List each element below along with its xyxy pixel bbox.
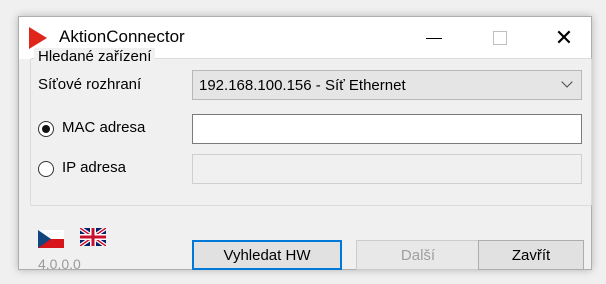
close-button[interactable]: Zavřít (478, 240, 584, 270)
group-title: Hledané zařízení (34, 48, 156, 65)
version-label: 4.0.0.0 (38, 256, 81, 272)
close-icon: ✕ (554, 25, 574, 50)
close-window-button[interactable]: ✕ (539, 17, 589, 59)
search-hw-button[interactable]: Vyhledat HW (192, 240, 342, 270)
czech-flag-icon[interactable] (38, 230, 64, 248)
maximize-button (475, 17, 525, 59)
mac-address-input[interactable] (192, 114, 582, 144)
mac-address-radio[interactable] (38, 121, 54, 137)
minimize-icon (426, 37, 442, 39)
next-button: Další (356, 240, 480, 270)
uk-flag-icon[interactable] (80, 228, 106, 246)
maximize-icon (493, 31, 507, 45)
ip-address-input (192, 154, 582, 184)
radio-selected-dot (42, 125, 50, 133)
app-logo-icon (29, 27, 47, 49)
ip-address-label: IP adresa (62, 159, 126, 176)
ip-address-radio[interactable] (38, 161, 54, 177)
mac-address-label: MAC adresa (62, 119, 146, 136)
minimize-button[interactable] (409, 17, 459, 59)
network-interface-label: Síťové rozhraní (38, 76, 142, 93)
window-title: AktionConnector (59, 27, 185, 46)
network-interface-value: 192.168.100.156 - Síť Ethernet (199, 77, 406, 94)
network-interface-select[interactable]: 192.168.100.156 - Síť Ethernet (192, 70, 582, 100)
chevron-down-icon (561, 76, 573, 88)
